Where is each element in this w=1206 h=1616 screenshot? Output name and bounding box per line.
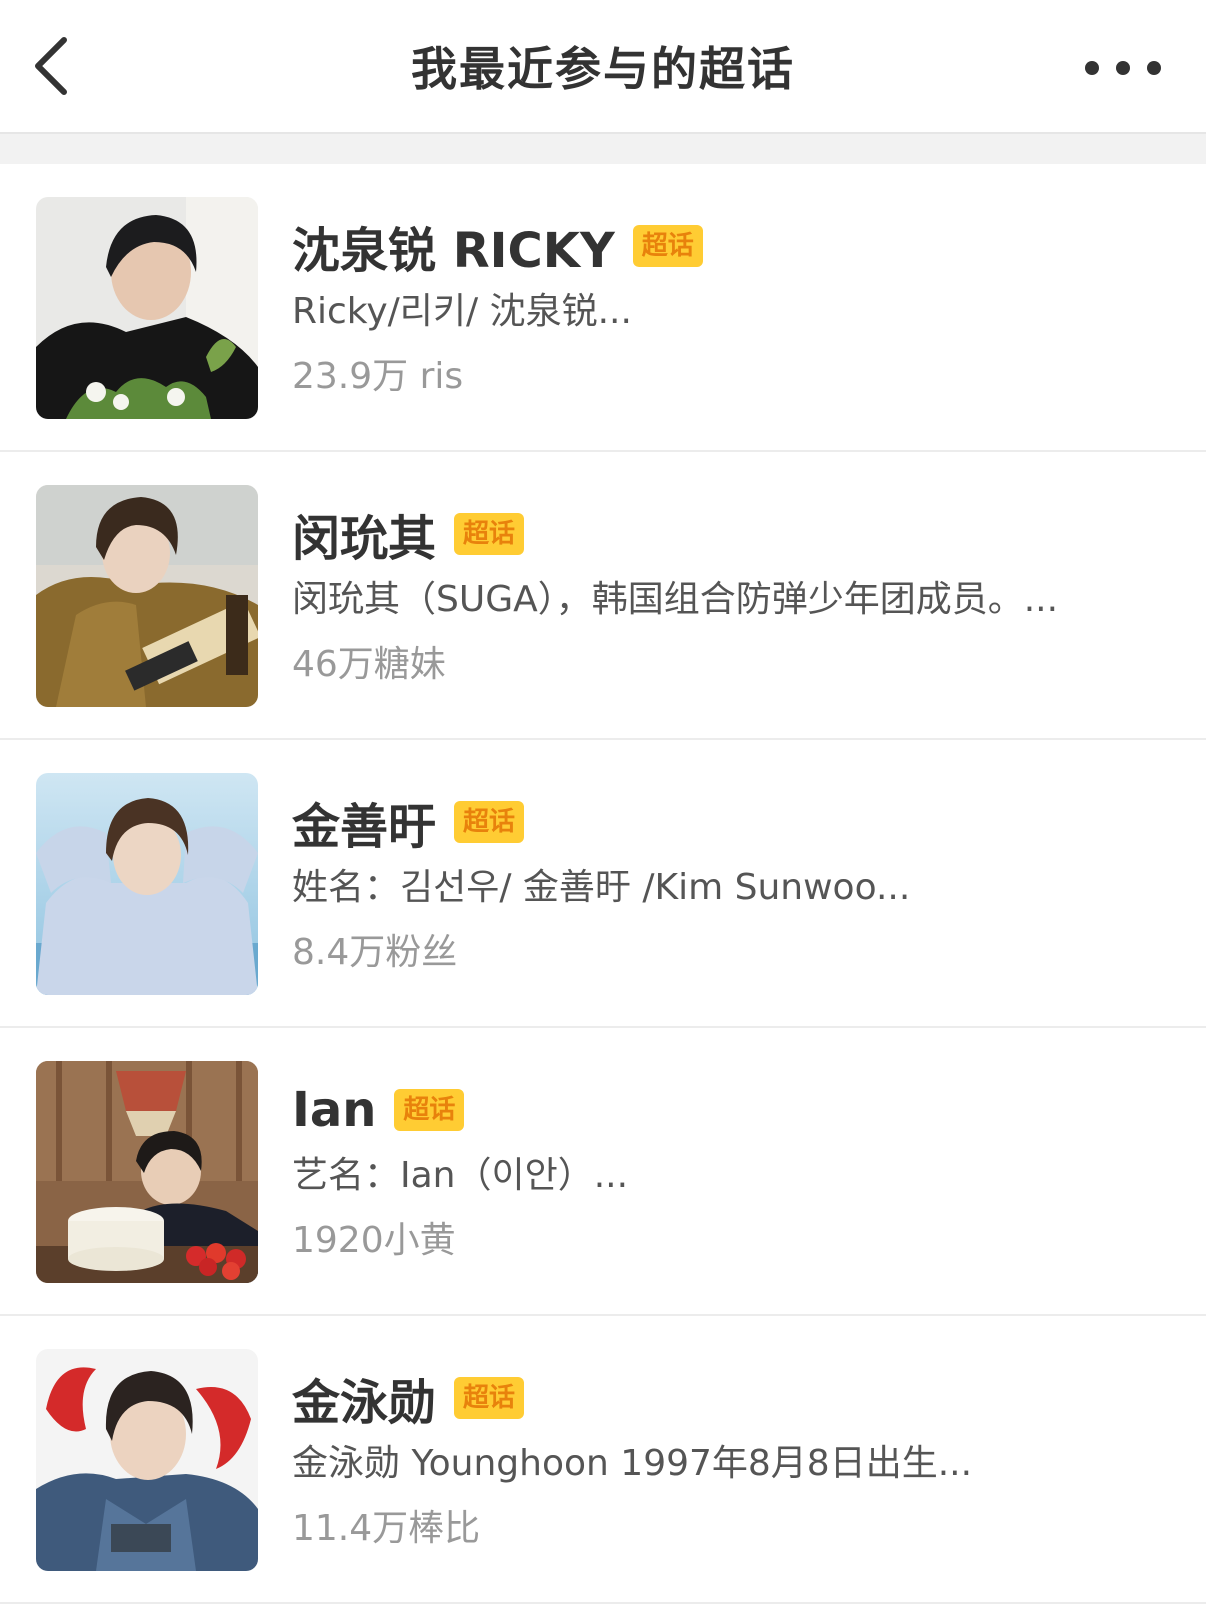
topic-fans-count: 23.9万 ris [292,356,464,397]
super-topic-badge: 超话 [454,1377,525,1419]
back-button[interactable] [30,30,90,100]
topic-item[interactable]: 闵玧其 超话 闵玧其（SUGA），韩国组合防弹少年团成员。... 46万糖妹 [0,452,1206,740]
topic-description: 姓名：김선우/ 金善旴 /Kim Sunwoo... [292,867,911,908]
page-title: 我最近参与的超话 [411,42,795,96]
super-topic-badge: 超话 [394,1089,465,1131]
topic-title-row: 金泳勋 超话 [292,1366,525,1431]
topic-avatar[interactable] [36,1349,258,1571]
more-button[interactable] [1080,40,1170,96]
topic-title-row: 金善旴 超话 [292,790,525,855]
chevron-left-icon [35,37,67,95]
topic-avatar[interactable] [36,1061,258,1283]
topic-name: 金善旴 [292,799,437,855]
section-divider [0,134,1206,164]
topic-fans-count: 1920小黄 [292,1220,456,1261]
topic-fans-count: 11.4万棒比 [292,1508,481,1549]
topic-fans-count: 46万糖妹 [292,644,446,685]
topic-name: 沈泉锐 RICKY [292,223,615,279]
super-topic-badge: 超话 [454,801,525,843]
topic-avatar[interactable] [36,197,258,419]
topic-title-row: 沈泉锐 RICKY 超话 [292,214,703,279]
super-topic-badge: 超话 [454,513,525,555]
topic-title-row: 闵玧其 超话 [292,502,525,567]
topic-item[interactable]: 金善旴 超话 姓名：김선우/ 金善旴 /Kim Sunwoo... 8.4万粉丝 [0,740,1206,1028]
topic-name: 金泳勋 [292,1375,437,1431]
topic-description: Ricky/리키/ 沈泉锐... [292,291,632,332]
topic-name: Ian [292,1082,377,1138]
topic-name: 闵玧其 [292,511,437,567]
topic-avatar[interactable] [36,773,258,995]
topic-title-row: Ian 超话 [292,1078,465,1142]
topic-item[interactable]: 金泳勋 超话 金泳勋 Younghoon 1997年8月8日出生... 11.4… [0,1316,1206,1604]
navigation-bar: 我最近参与的超话 [0,0,1206,134]
topic-item[interactable]: 沈泉锐 RICKY 超话 Ricky/리키/ 沈泉锐... 23.9万 ris [0,164,1206,452]
topic-item[interactable]: Ian 超话 艺名：Ian（이안）... 1920小黄 [0,1028,1206,1316]
super-topic-badge: 超话 [632,225,703,267]
topic-list: 沈泉锐 RICKY 超话 Ricky/리키/ 沈泉锐... 23.9万 ris … [0,164,1206,1604]
topic-fans-count: 8.4万粉丝 [292,932,458,973]
topic-description: 闵玧其（SUGA），韩国组合防弹少年团成员。... [292,579,1059,620]
more-dots-icon [1085,61,1161,75]
topic-description: 艺名：Ian（이안）... [292,1155,629,1196]
topic-avatar[interactable] [36,485,258,707]
topic-description: 金泳勋 Younghoon 1997年8月8日出生... [292,1443,973,1484]
